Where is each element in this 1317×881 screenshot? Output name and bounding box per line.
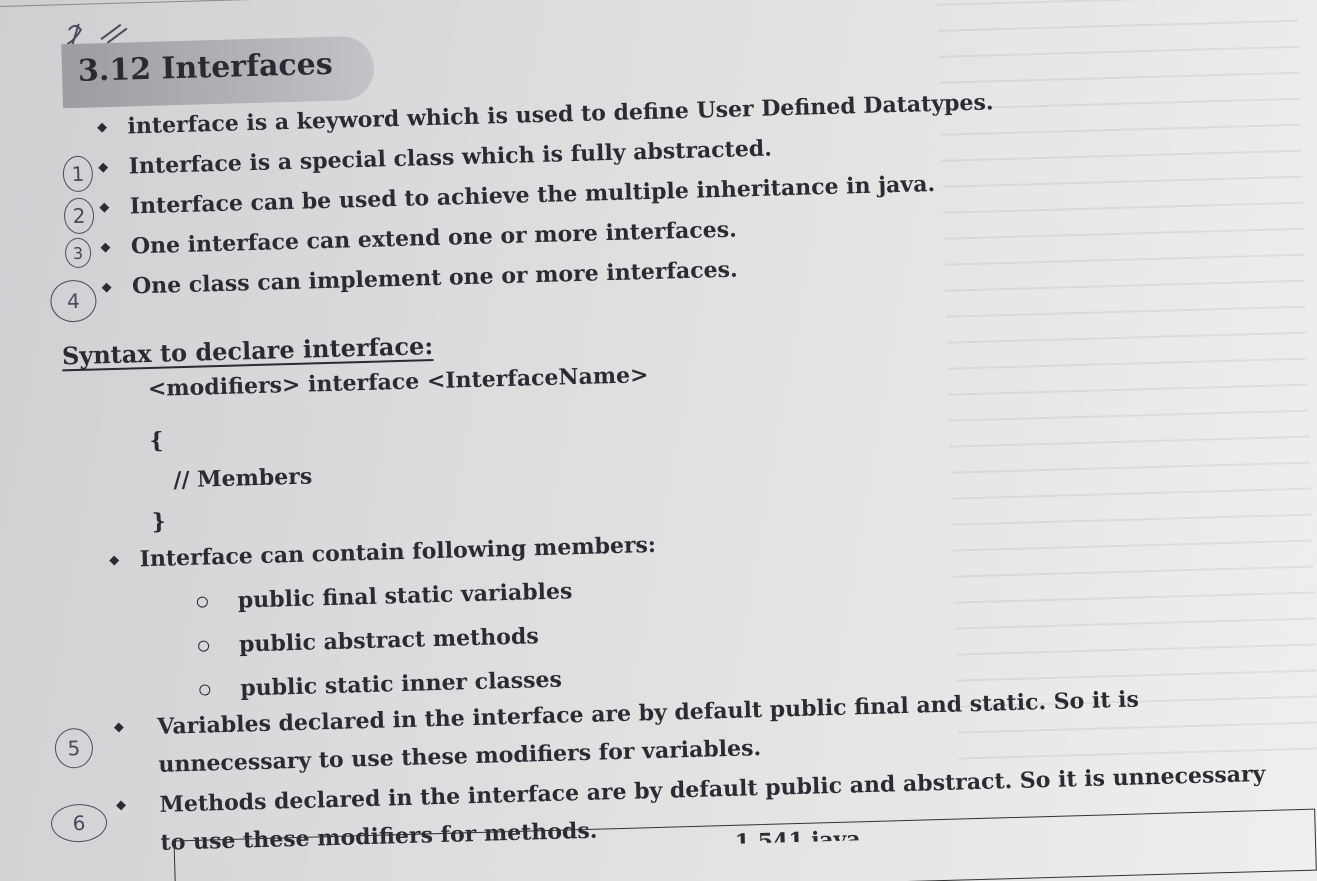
- members-intro: Interface can contain following members:: [109, 532, 656, 573]
- diamond-bullet-icon: [99, 202, 110, 213]
- syntax-line: <modifiers> interface <InterfaceName>: [147, 362, 649, 403]
- code-listing-title: 1.541 java: [734, 826, 861, 844]
- diamond-bullet-icon: [113, 722, 124, 733]
- diamond-bullet-icon: [98, 162, 109, 173]
- handwritten-number-2: 2: [63, 197, 95, 235]
- intro-bullet-list: interface is a keyword which is used to …: [97, 82, 998, 307]
- section-heading: 3.12 Interfaces: [77, 46, 334, 89]
- diamond-bullet-icon: [100, 242, 111, 253]
- diamond-bullet-icon: [101, 282, 112, 293]
- textbook-page: 3.12 Interfaces interface is a keyword w…: [0, 0, 1317, 881]
- handwritten-number-1: 1: [62, 155, 94, 193]
- diamond-bullet-icon: [97, 122, 108, 133]
- handwritten-number-4: 4: [49, 279, 98, 323]
- diamond-bullet-icon: [116, 800, 126, 811]
- diamond-bullet-icon: [109, 555, 120, 565]
- members-comment: // Members: [173, 463, 313, 494]
- circle-bullet-icon: [199, 683, 211, 696]
- syntax-title: Syntax to declare interface:: [61, 331, 434, 371]
- handwritten-number-5: 5: [54, 727, 94, 769]
- handwritten-number-6: 6: [50, 803, 108, 843]
- bleed-through-text: [937, 0, 1317, 764]
- members-list: public final static variables public abs…: [196, 569, 575, 711]
- open-brace: {: [149, 427, 164, 454]
- circle-bullet-icon: [196, 595, 209, 608]
- handwritten-number-3: 3: [64, 237, 92, 269]
- close-brace: }: [151, 508, 167, 535]
- circle-bullet-icon: [197, 639, 210, 652]
